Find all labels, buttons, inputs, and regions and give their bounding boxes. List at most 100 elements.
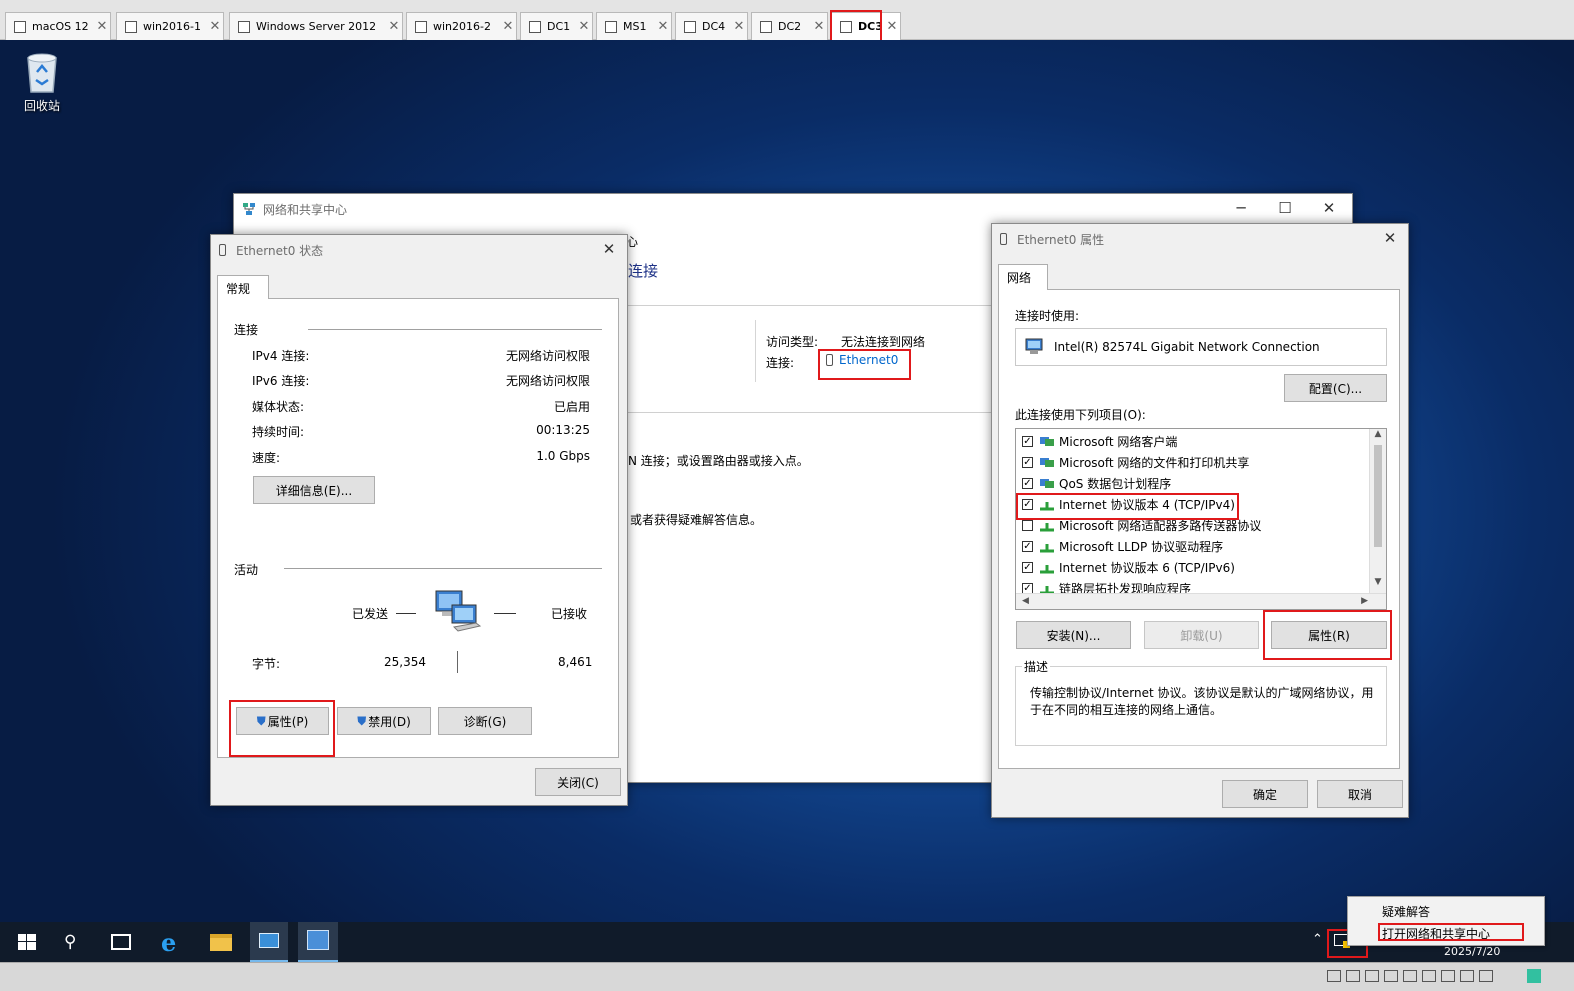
checkbox[interactable]: ✓ <box>1022 562 1033 573</box>
vm-tab-dc2[interactable]: DC2 ✕ <box>751 12 828 40</box>
bytes-label: 字节: <box>252 657 281 671</box>
network-adapter-icon[interactable] <box>1365 970 1379 982</box>
server-manager-icon <box>259 933 279 948</box>
hard-disk-icon[interactable] <box>1327 970 1341 982</box>
windows-start-icon[interactable] <box>18 934 36 950</box>
usb-icon[interactable] <box>1384 970 1398 982</box>
task-view-icon[interactable] <box>111 934 131 950</box>
cd-drive-icon[interactable] <box>1346 970 1360 982</box>
checkbox[interactable] <box>1022 520 1033 531</box>
item-properties-button[interactable]: 属性(R) <box>1271 621 1387 649</box>
internet-explorer-icon[interactable]: e <box>161 928 176 957</box>
network-adapter-icon <box>1025 338 1043 354</box>
window-title: 网络和共享中心 <box>263 202 348 217</box>
close-icon[interactable]: ✕ <box>576 19 592 34</box>
search-icon[interactable]: ⚲ <box>64 932 76 952</box>
ethernet0-link[interactable]: Ethernet0 <box>826 353 898 367</box>
menu-item-troubleshoot[interactable]: 疑难解答 <box>1382 903 1430 920</box>
close-button[interactable]: ✕ <box>591 235 627 263</box>
device-icon[interactable] <box>1479 970 1493 982</box>
close-icon[interactable]: ✕ <box>884 19 900 34</box>
taskbar: ⚲ e ⌃ 2025/7/20 <box>0 922 1574 962</box>
sound-icon[interactable] <box>1403 970 1417 982</box>
close-icon[interactable]: ✕ <box>731 19 747 34</box>
description-group: 描述 传输控制协议/Internet 协议。该协议是默认的广域网络协议，用于在不… <box>1015 658 1387 746</box>
vm-tab-windows-server-2012[interactable]: Windows Server 2012 ✕ <box>229 12 403 40</box>
checkbox[interactable]: ✓ <box>1022 541 1033 552</box>
maximize-button[interactable]: ☐ <box>1263 194 1307 222</box>
list-item[interactable]: ✓ Microsoft 网络客户端 <box>1022 431 1177 452</box>
install-button[interactable]: 安装(N)... <box>1016 621 1131 649</box>
minimize-button[interactable]: ─ <box>1219 194 1263 222</box>
diagnose-button[interactable]: 诊断(G) <box>438 707 532 735</box>
vm-tab-macos[interactable]: macOS 12 ✕ <box>5 12 111 40</box>
bytes-sent-value: 25,354 <box>384 655 426 669</box>
vm-icon <box>605 20 617 33</box>
vm-tab-win2016-2[interactable]: win2016-2 ✕ <box>406 12 517 40</box>
vm-icon <box>125 20 137 33</box>
close-icon[interactable]: ✕ <box>655 19 671 34</box>
vm-icon <box>14 20 26 33</box>
properties-button[interactable]: ⛊ 属性(P) <box>236 707 329 735</box>
vm-tab-win2016-1[interactable]: win2016-1 ✕ <box>116 12 224 40</box>
close-icon[interactable]: ✕ <box>94 19 110 34</box>
network-warning-icon[interactable] <box>1334 934 1350 948</box>
disable-button[interactable]: ⛊ 禁用(D) <box>337 707 431 735</box>
duration-value: 00:13:25 <box>536 423 590 437</box>
vm-tab-ms1[interactable]: MS1 ✕ <box>596 12 672 40</box>
items-label: 此连接使用下列项目(O): <box>1015 408 1146 422</box>
close-icon[interactable]: ✕ <box>207 19 223 34</box>
display-icon[interactable] <box>1441 970 1455 982</box>
scroll-down-icon[interactable]: ▼ <box>1370 577 1386 587</box>
checkbox[interactable]: ✓ <box>1022 436 1033 447</box>
configure-button[interactable]: 配置(C)... <box>1284 374 1387 402</box>
list-item[interactable]: ✓ Microsoft 网络的文件和打印机共享 <box>1022 452 1249 473</box>
media-state-value: 已启用 <box>553 400 590 414</box>
checkbox[interactable]: ✓ <box>1022 478 1033 489</box>
vm-tab-dc1[interactable]: DC1 ✕ <box>520 12 593 40</box>
ok-button[interactable]: 确定 <box>1222 780 1308 808</box>
list-item[interactable]: Microsoft 网络适配器多路传送器协议 <box>1022 515 1261 536</box>
chevron-up-icon[interactable]: ⌃ <box>1312 932 1323 947</box>
scroll-left-icon[interactable]: ◀ <box>1022 594 1029 609</box>
recycle-bin[interactable]: 回收站 <box>14 50 70 114</box>
server-manager-taskbar-button[interactable] <box>250 922 288 962</box>
close-icon[interactable]: ✕ <box>811 19 827 34</box>
cancel-button[interactable]: 取消 <box>1317 780 1403 808</box>
folder-icon[interactable] <box>1460 970 1474 982</box>
close-icon[interactable]: ✕ <box>500 19 516 34</box>
checkbox[interactable]: ✓ <box>1022 457 1033 468</box>
vm-status-bar <box>0 962 1574 991</box>
tab-network[interactable]: 网络 <box>998 264 1048 290</box>
menu-item-open-network-center[interactable]: 打开网络和共享中心 <box>1382 925 1490 942</box>
network-center-taskbar-button[interactable] <box>298 922 338 962</box>
dialog-title: Ethernet0 状态 <box>236 243 324 258</box>
scroll-right-icon[interactable]: ▶ <box>1361 594 1368 609</box>
notes-icon[interactable] <box>1527 969 1541 983</box>
protocol-icon <box>1040 501 1054 510</box>
file-explorer-icon[interactable] <box>210 934 232 951</box>
vm-tab-dc4[interactable]: DC4 ✕ <box>675 12 748 40</box>
close-button[interactable]: ✕ <box>1372 224 1408 252</box>
scroll-up-icon[interactable]: ▲ <box>1370 429 1386 445</box>
close-button[interactable]: ✕ <box>1307 194 1351 222</box>
list-item[interactable]: ✓ QoS 数据包计划程序 <box>1022 473 1171 494</box>
activity-section-header: 活动 <box>234 563 259 577</box>
ipv6-label: IPv6 连接: <box>252 374 310 388</box>
vm-icon <box>684 20 696 33</box>
vm-tab-dc3[interactable]: DC3 ✕ <box>831 12 901 40</box>
list-item-ipv4[interactable]: ✓ Internet 协议版本 4 (TCP/IPv4) <box>1022 494 1235 515</box>
list-item[interactable]: ✓ Internet 协议版本 6 (TCP/IPv6) <box>1022 557 1235 578</box>
details-button[interactable]: 详细信息(E)... <box>253 476 375 504</box>
list-item[interactable]: ✓ Microsoft LLDP 协议驱动程序 <box>1022 536 1223 557</box>
scroll-thumb[interactable] <box>1374 445 1382 547</box>
tab-general[interactable]: 常规 <box>217 275 269 299</box>
close-dialog-button[interactable]: 关闭(C) <box>535 768 621 796</box>
protocol-icon <box>1040 522 1054 531</box>
vertical-scrollbar[interactable]: ▲ ▼ <box>1369 429 1386 593</box>
printer-icon[interactable] <box>1422 970 1436 982</box>
checkbox[interactable]: ✓ <box>1022 499 1033 510</box>
close-icon[interactable]: ✕ <box>386 19 402 34</box>
horizontal-scrollbar[interactable]: ◀ ▶ <box>1016 593 1386 609</box>
ethernet-icon <box>826 354 833 366</box>
